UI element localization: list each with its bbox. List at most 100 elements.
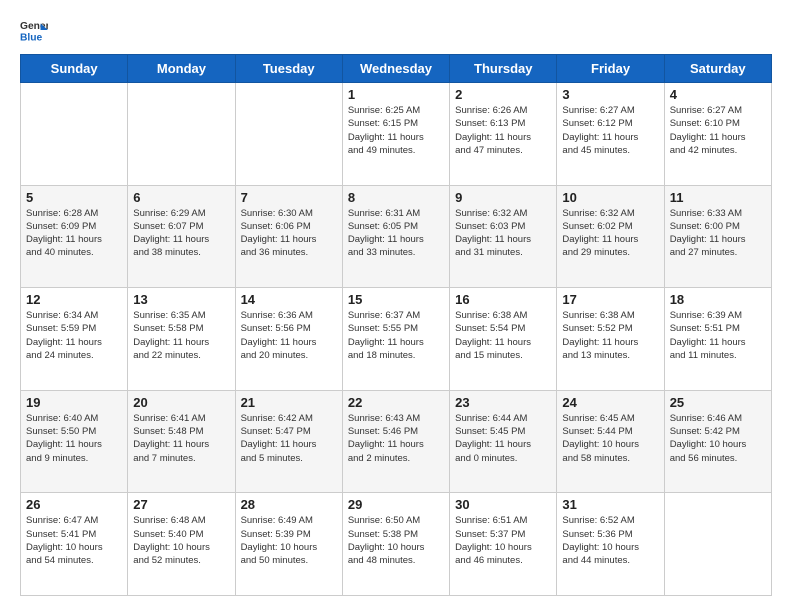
day-number: 9 [455,190,551,205]
calendar-cell: 27Sunrise: 6:48 AM Sunset: 5:40 PM Dayli… [128,493,235,596]
day-number: 24 [562,395,658,410]
calendar-cell: 9Sunrise: 6:32 AM Sunset: 6:03 PM Daylig… [450,185,557,288]
calendar-cell: 10 Sunrise: 6:32 AM Sunset: 6:02 PM Dayli… [557,185,664,288]
day-number: 23 [455,395,551,410]
header: General Blue [20,16,772,44]
cell-info: Sunrise: 6:29 AM Sunset: 6:07 PM Dayligh… [133,207,229,260]
day-number: 6 [133,190,229,205]
day-number: 7 [241,190,337,205]
calendar-cell: 28 Sunrise: 6:49 AM Sunset: 5:39 PM Dayli… [235,493,342,596]
cell-info: Sunrise: 6:31 AM Sunset: 6:05 PM Dayligh… [348,207,444,260]
day-number: 14 [241,292,337,307]
cell-info: Sunrise: 6:45 AM Sunset: 5:44 PM Dayligh… [562,412,658,465]
calendar-table: SundayMondayTuesdayWednesdayThursdayFrid… [20,54,772,596]
cell-info: Sunrise: 6:41 AM Sunset: 5:48 PM Dayligh… [133,412,229,465]
day-number: 4 [670,87,766,102]
day-number: 3 [562,87,658,102]
cell-info: Sunrise: 6:47 AM Sunset: 5:41 PM Dayligh… [26,514,122,567]
weekday-header-friday: Friday [557,55,664,83]
cell-info: Sunrise: 6:27 AM Sunset: 6:10 PM Dayligh… [670,104,766,157]
day-number: 22 [348,395,444,410]
day-number: 11 [670,190,766,205]
day-number: 26 [26,497,122,512]
calendar-cell: 24 Sunrise: 6:45 AM Sunset: 5:44 PM Dayli… [557,390,664,493]
day-number: 31 [562,497,658,512]
svg-text:Blue: Blue [20,32,43,43]
cell-info: Sunrise: 6:28 AM Sunset: 6:09 PM Dayligh… [26,207,122,260]
calendar-cell: 25Sunrise: 6:46 AM Sunset: 5:42 PM Dayli… [664,390,771,493]
cell-info: Sunrise: 6:34 AM Sunset: 5:59 PM Dayligh… [26,309,122,362]
cell-info: Sunrise: 6:48 AM Sunset: 5:40 PM Dayligh… [133,514,229,567]
calendar-cell: 14 Sunrise: 6:36 AM Sunset: 5:56 PM Dayli… [235,288,342,391]
cell-info: Sunrise: 6:51 AM Sunset: 5:37 PM Dayligh… [455,514,551,567]
cell-info: Sunrise: 6:36 AM Sunset: 5:56 PM Dayligh… [241,309,337,362]
cell-info: Sunrise: 6:42 AM Sunset: 5:47 PM Dayligh… [241,412,337,465]
day-number: 19 [26,395,122,410]
calendar-cell: 7Sunrise: 6:30 AM Sunset: 6:06 PM Daylig… [235,185,342,288]
week-row-5: 26 Sunrise: 6:47 AM Sunset: 5:41 PM Dayli… [21,493,772,596]
week-row-1: 1Sunrise: 6:25 AM Sunset: 6:15 PM Daylig… [21,83,772,186]
calendar-cell: 31Sunrise: 6:52 AM Sunset: 5:36 PM Dayli… [557,493,664,596]
calendar-cell: 4 Sunrise: 6:27 AM Sunset: 6:10 PM Daylig… [664,83,771,186]
calendar-cell: 3 Sunrise: 6:27 AM Sunset: 6:12 PM Daylig… [557,83,664,186]
cell-info: Sunrise: 6:40 AM Sunset: 5:50 PM Dayligh… [26,412,122,465]
page: General Blue SundayMondayTuesdayWednesda… [0,0,792,612]
cell-info: Sunrise: 6:27 AM Sunset: 6:12 PM Dayligh… [562,104,658,157]
day-number: 12 [26,292,122,307]
cell-info: Sunrise: 6:43 AM Sunset: 5:46 PM Dayligh… [348,412,444,465]
day-number: 13 [133,292,229,307]
cell-info: Sunrise: 6:38 AM Sunset: 5:52 PM Dayligh… [562,309,658,362]
weekday-header-saturday: Saturday [664,55,771,83]
calendar-cell: 22 Sunrise: 6:43 AM Sunset: 5:46 PM Dayli… [342,390,449,493]
cell-info: Sunrise: 6:33 AM Sunset: 6:00 PM Dayligh… [670,207,766,260]
calendar-cell: 20 Sunrise: 6:41 AM Sunset: 5:48 PM Dayli… [128,390,235,493]
day-number: 8 [348,190,444,205]
calendar-cell: 12 Sunrise: 6:34 AM Sunset: 5:59 PM Dayli… [21,288,128,391]
logo-icon: General Blue [20,16,48,44]
calendar-cell: 29Sunrise: 6:50 AM Sunset: 5:38 PM Dayli… [342,493,449,596]
cell-info: Sunrise: 6:49 AM Sunset: 5:39 PM Dayligh… [241,514,337,567]
day-number: 2 [455,87,551,102]
calendar-cell [21,83,128,186]
day-number: 10 [562,190,658,205]
calendar-cell: 30 Sunrise: 6:51 AM Sunset: 5:37 PM Dayli… [450,493,557,596]
calendar-cell: 23Sunrise: 6:44 AM Sunset: 5:45 PM Dayli… [450,390,557,493]
calendar-cell [128,83,235,186]
cell-info: Sunrise: 6:39 AM Sunset: 5:51 PM Dayligh… [670,309,766,362]
calendar-cell: 8 Sunrise: 6:31 AM Sunset: 6:05 PM Daylig… [342,185,449,288]
calendar-cell: 6 Sunrise: 6:29 AM Sunset: 6:07 PM Daylig… [128,185,235,288]
logo: General Blue [20,16,48,44]
week-row-3: 12 Sunrise: 6:34 AM Sunset: 5:59 PM Dayli… [21,288,772,391]
day-number: 21 [241,395,337,410]
day-number: 28 [241,497,337,512]
calendar-cell: 13 Sunrise: 6:35 AM Sunset: 5:58 PM Dayli… [128,288,235,391]
calendar-cell: 11 Sunrise: 6:33 AM Sunset: 6:00 PM Dayli… [664,185,771,288]
weekday-header-thursday: Thursday [450,55,557,83]
cell-info: Sunrise: 6:35 AM Sunset: 5:58 PM Dayligh… [133,309,229,362]
calendar-cell: 26 Sunrise: 6:47 AM Sunset: 5:41 PM Dayli… [21,493,128,596]
week-row-4: 19 Sunrise: 6:40 AM Sunset: 5:50 PM Dayli… [21,390,772,493]
day-number: 25 [670,395,766,410]
calendar-cell: 1Sunrise: 6:25 AM Sunset: 6:15 PM Daylig… [342,83,449,186]
weekday-header-tuesday: Tuesday [235,55,342,83]
calendar-cell: 5 Sunrise: 6:28 AM Sunset: 6:09 PM Daylig… [21,185,128,288]
day-number: 17 [562,292,658,307]
cell-info: Sunrise: 6:50 AM Sunset: 5:38 PM Dayligh… [348,514,444,567]
weekday-header-wednesday: Wednesday [342,55,449,83]
cell-info: Sunrise: 6:26 AM Sunset: 6:13 PM Dayligh… [455,104,551,157]
day-number: 30 [455,497,551,512]
calendar-cell [235,83,342,186]
day-number: 18 [670,292,766,307]
calendar-cell: 18 Sunrise: 6:39 AM Sunset: 5:51 PM Dayli… [664,288,771,391]
calendar-cell: 21 Sunrise: 6:42 AM Sunset: 5:47 PM Dayli… [235,390,342,493]
day-number: 5 [26,190,122,205]
cell-info: Sunrise: 6:32 AM Sunset: 6:02 PM Dayligh… [562,207,658,260]
weekday-header-sunday: Sunday [21,55,128,83]
weekday-header-monday: Monday [128,55,235,83]
day-number: 16 [455,292,551,307]
cell-info: Sunrise: 6:38 AM Sunset: 5:54 PM Dayligh… [455,309,551,362]
day-number: 20 [133,395,229,410]
day-number: 1 [348,87,444,102]
calendar-cell [664,493,771,596]
cell-info: Sunrise: 6:37 AM Sunset: 5:55 PM Dayligh… [348,309,444,362]
